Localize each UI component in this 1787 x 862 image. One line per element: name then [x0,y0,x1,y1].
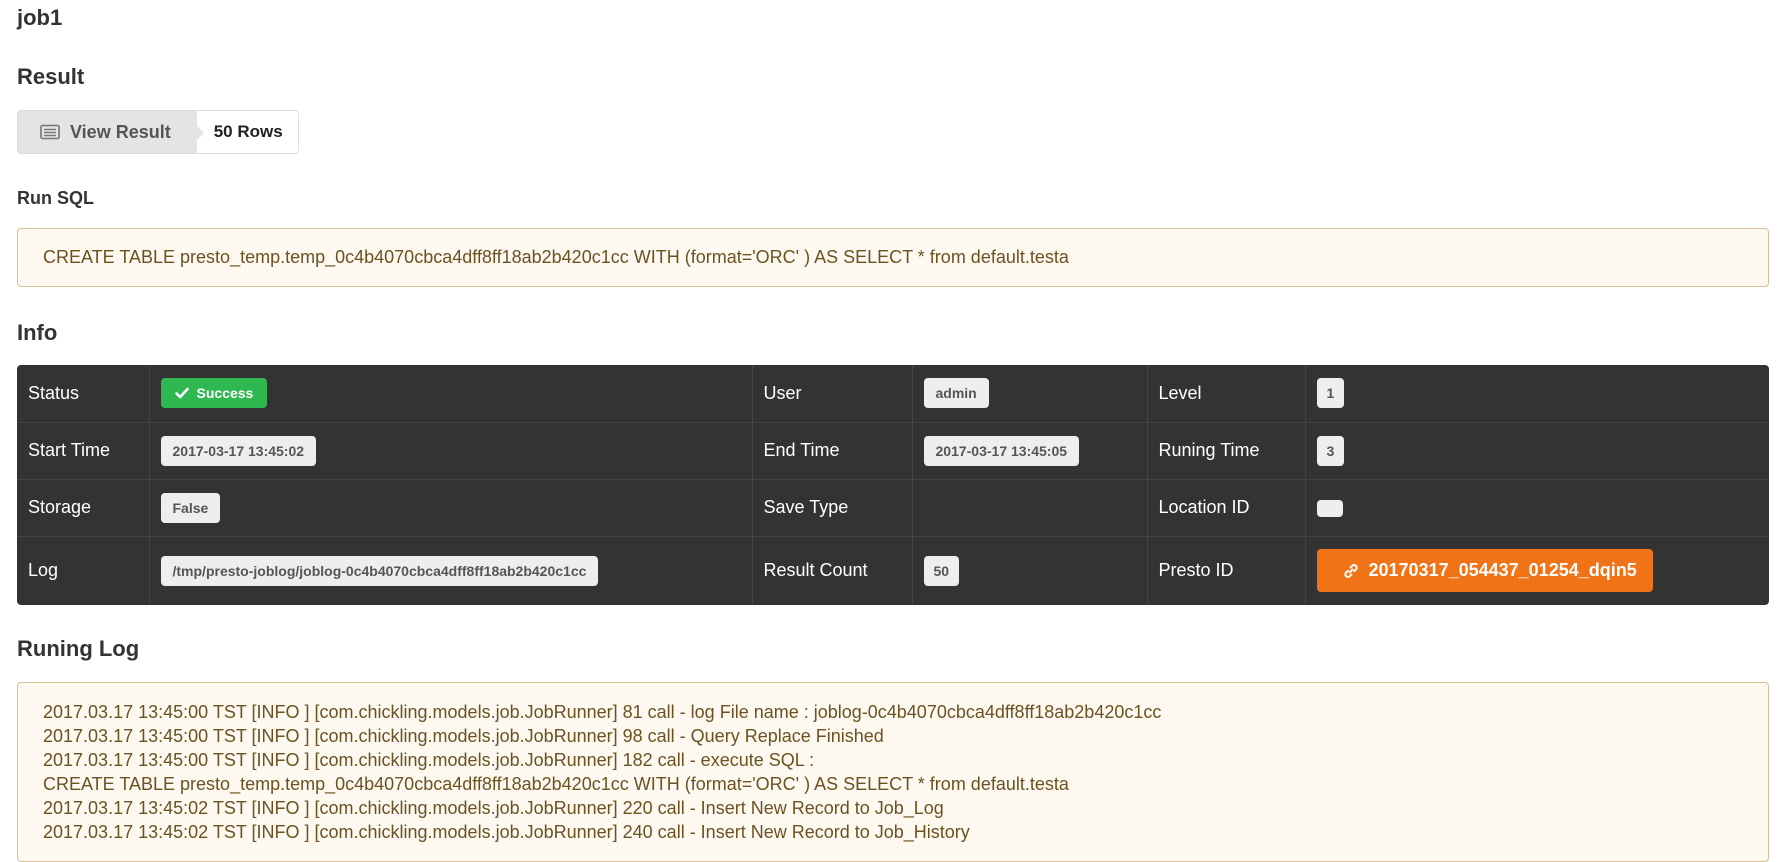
list-icon [40,124,60,140]
log-line: 2017.03.17 13:45:02 TST [INFO ] [com.chi… [43,798,944,818]
level-label: Level [1146,365,1306,423]
log-line: 2017.03.17 13:45:00 TST [INFO ] [com.chi… [43,750,815,770]
result-count-value: 50 [923,555,960,586]
log-label: Log [17,535,150,605]
log-cell: /tmp/presto-joblog/joblog-0c4b4070cbca4d… [148,535,753,605]
view-result-button[interactable]: View Result [18,111,204,153]
info-row-log: Log /tmp/presto-joblog/joblog-0c4b4070cb… [17,535,1769,605]
presto-id-value: 20170317_054437_01254_dqin5 [1368,560,1637,581]
job-title: job1 [17,5,63,30]
result-count-cell: 50 [911,535,1148,605]
info-row-status: Status Success User admin Level 1 [17,365,1769,423]
run-sql-section-title: Run SQL [17,188,94,208]
result-count-label: Result Count [751,535,913,605]
end-time-label: End Time [751,421,913,480]
save-type-cell [911,478,1148,537]
location-id-cell [1304,478,1769,537]
status-label: Status [17,365,150,423]
info-section-title: Info [17,320,58,345]
user-value: admin [923,378,989,409]
level-value: 1 [1316,378,1345,409]
running-time-value: 3 [1316,435,1345,466]
run-sql-text: CREATE TABLE presto_temp.temp_0c4b4070cb… [43,247,1069,267]
check-icon [174,386,189,400]
result-button-group: View Result 50 Rows [17,110,299,154]
log-path-value: /tmp/presto-joblog/joblog-0c4b4070cbca4d… [160,555,599,586]
status-value: Success [196,385,254,402]
info-row-time: Start Time 2017-03-17 13:45:02 End Time … [17,421,1769,480]
user-cell: admin [911,365,1148,423]
storage-cell: False [148,478,753,537]
view-result-label: View Result [70,121,171,142]
log-line: CREATE TABLE presto_temp.temp_0c4b4070cb… [43,774,1069,794]
location-id-value [1316,499,1343,517]
rows-count: 50 Rows [196,111,298,153]
running-log-box: 2017.03.17 13:45:00 TST [INFO ] [com.chi… [17,682,1769,862]
start-time-cell: 2017-03-17 13:45:02 [148,421,753,480]
log-line: 2017.03.17 13:45:00 TST [INFO ] [com.chi… [43,726,884,746]
storage-label: Storage [17,478,150,537]
user-label: User [751,365,913,423]
link-icon [1343,563,1359,579]
location-id-label: Location ID [1146,478,1306,537]
run-sql-box: CREATE TABLE presto_temp.temp_0c4b4070cb… [17,228,1769,287]
presto-id-label: Presto ID [1146,535,1306,605]
end-time-cell: 2017-03-17 13:45:05 [911,421,1148,480]
start-time-value: 2017-03-17 13:45:02 [160,435,317,466]
presto-id-cell: 20170317_054437_01254_dqin5 [1304,535,1769,605]
status-cell: Success [148,365,753,423]
log-line: 2017.03.17 13:45:02 TST [INFO ] [com.chi… [43,822,970,842]
start-time-label: Start Time [17,421,150,480]
storage-value: False [160,492,221,523]
level-cell: 1 [1304,365,1769,423]
running-log-section-title: Runing Log [17,636,140,661]
result-section-title: Result [17,64,85,89]
info-row-storage: Storage False Save Type Location ID [17,478,1769,537]
log-line: 2017.03.17 13:45:00 TST [INFO ] [com.chi… [43,702,1162,722]
running-time-cell: 3 [1304,421,1769,480]
status-badge: Success [160,378,268,409]
save-type-label: Save Type [751,478,913,537]
info-table: Status Success User admin Level 1 Start … [17,365,1769,605]
presto-id-link-button[interactable]: 20170317_054437_01254_dqin5 [1316,549,1653,593]
end-time-value: 2017-03-17 13:45:05 [923,435,1080,466]
running-time-label: Runing Time [1146,421,1306,480]
